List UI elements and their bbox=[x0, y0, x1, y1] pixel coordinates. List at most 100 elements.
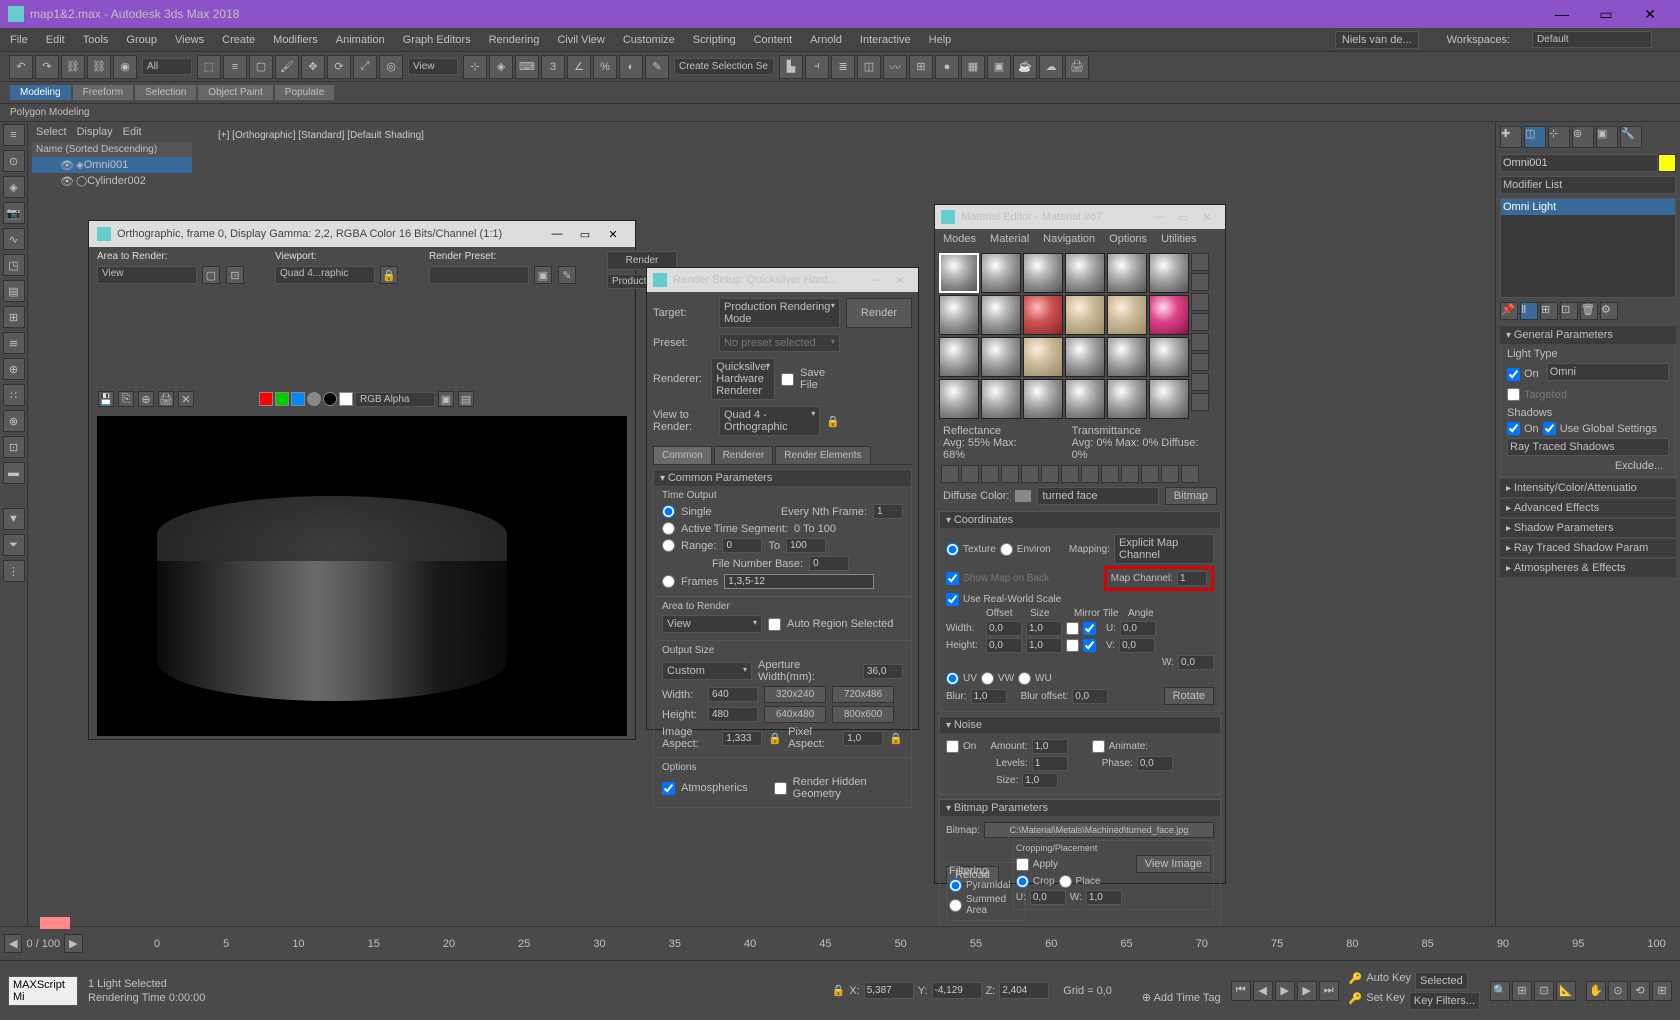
rf-area-select[interactable]: View bbox=[97, 266, 197, 284]
tl-slider[interactable] bbox=[40, 917, 70, 929]
lt-funnel[interactable]: ⏷ bbox=[3, 534, 25, 556]
me-rotate-button[interactable]: Rotate bbox=[1164, 687, 1214, 705]
me-tool[interactable] bbox=[1141, 465, 1159, 483]
vp-fov[interactable]: 📐 bbox=[1556, 981, 1576, 1001]
me-side-8[interactable] bbox=[1191, 393, 1209, 411]
me-h-mirror[interactable] bbox=[1066, 639, 1079, 652]
unlink-button[interactable]: ⛓ bbox=[87, 55, 111, 79]
lock-icon[interactable]: 🔒 bbox=[832, 984, 846, 997]
setkey-label[interactable]: Set Key bbox=[1366, 992, 1405, 1010]
scale-button[interactable]: ⤢ bbox=[353, 55, 377, 79]
me-side-3[interactable] bbox=[1191, 293, 1209, 311]
workspace-select[interactable]: Default bbox=[1532, 31, 1652, 48]
me-menu-utilities[interactable]: Utilities bbox=[1161, 233, 1196, 245]
refcoord-select[interactable]: View bbox=[408, 58, 458, 75]
menu-views[interactable]: Views bbox=[175, 34, 204, 46]
mat-swatch[interactable] bbox=[981, 337, 1021, 377]
rs-tab-elements[interactable]: Render Elements bbox=[775, 446, 870, 464]
me-crop-u[interactable] bbox=[1030, 890, 1066, 905]
tl-next[interactable]: ▶ bbox=[64, 934, 82, 953]
addtimetag[interactable]: ⊕ Add Time Tag bbox=[1142, 991, 1221, 1004]
cp-sh-select[interactable]: Ray Traced Shadows bbox=[1507, 438, 1669, 456]
ribbon-tab-selection[interactable]: Selection bbox=[135, 85, 196, 100]
manip-button[interactable]: ◈ bbox=[489, 55, 513, 79]
rf-area-btn2[interactable]: ⊡ bbox=[226, 266, 244, 284]
cp-name-input[interactable] bbox=[1500, 154, 1658, 172]
mat-swatch[interactable] bbox=[1065, 379, 1105, 419]
rf-del[interactable]: ✕ bbox=[178, 391, 194, 407]
me-sum-radio[interactable] bbox=[949, 899, 962, 912]
cp-adveffects-header[interactable]: ▸ Advanced Effects bbox=[1500, 499, 1676, 517]
cp-sh-on[interactable] bbox=[1507, 422, 1520, 435]
mat-swatch[interactable] bbox=[1149, 253, 1189, 293]
rs-min[interactable]: — bbox=[864, 274, 888, 286]
me-min[interactable]: — bbox=[1147, 211, 1171, 223]
me-tool[interactable] bbox=[1021, 465, 1039, 483]
me-mapch-input[interactable] bbox=[1177, 571, 1207, 586]
cp-raytraced-header[interactable]: ▸ Ray Traced Shadow Param bbox=[1500, 539, 1676, 557]
lt-10[interactable]: ⊕ bbox=[3, 358, 25, 380]
play-play[interactable]: ▶ bbox=[1275, 981, 1295, 1001]
lt-7[interactable]: ▤ bbox=[3, 280, 25, 302]
keyfilter-select[interactable]: Selected bbox=[1415, 972, 1468, 990]
lt-14[interactable]: ▬ bbox=[3, 462, 25, 484]
percentsnap-button[interactable]: % bbox=[593, 55, 617, 79]
cp-intensity-header[interactable]: ▸ Intensity/Color/Attenuatio bbox=[1500, 479, 1676, 497]
rf-alpha-ch[interactable] bbox=[307, 392, 321, 406]
mat-swatch[interactable] bbox=[1065, 253, 1105, 293]
mat-swatch[interactable] bbox=[939, 253, 979, 293]
lt-5[interactable]: ∿ bbox=[3, 228, 25, 250]
me-tool[interactable] bbox=[1001, 465, 1019, 483]
rf-toggle1[interactable]: ▣ bbox=[438, 391, 454, 407]
rs-tab-common[interactable]: Common bbox=[653, 446, 712, 464]
lt-12[interactable]: ⊗ bbox=[3, 410, 25, 432]
mat-swatch[interactable] bbox=[1107, 379, 1147, 419]
me-bitmap-header[interactable]: ▾ Bitmap Parameters bbox=[940, 800, 1220, 816]
rs-lock-icon[interactable]: 🔒 bbox=[768, 732, 782, 745]
rf-close[interactable]: ✕ bbox=[599, 228, 627, 241]
me-side-1[interactable] bbox=[1191, 253, 1209, 271]
me-pyr-radio[interactable] bbox=[949, 879, 962, 892]
me-diffuse-select[interactable]: turned face bbox=[1037, 487, 1158, 505]
cp-create-tab[interactable]: ✚ bbox=[1500, 126, 1522, 148]
me-w-mirror[interactable] bbox=[1066, 622, 1079, 635]
rf-area-btn1[interactable]: ▢ bbox=[202, 266, 220, 284]
me-close[interactable]: ✕ bbox=[1195, 211, 1219, 224]
rs-lock-icon[interactable]: 🔒 bbox=[889, 732, 903, 745]
mat-swatch[interactable] bbox=[1149, 337, 1189, 377]
lt-filter[interactable]: ▼ bbox=[3, 508, 25, 530]
me-viewimg-button[interactable]: View Image bbox=[1136, 855, 1211, 873]
timeline[interactable]: ◀ 0 / 100 ▶ 0510152025303540455055606570… bbox=[0, 926, 1680, 960]
mat-swatch[interactable] bbox=[1149, 379, 1189, 419]
menu-edit[interactable]: Edit bbox=[46, 34, 65, 46]
mat-swatch[interactable] bbox=[939, 295, 979, 335]
me-tool[interactable] bbox=[1101, 465, 1119, 483]
select-rect-button[interactable]: ▢ bbox=[249, 55, 273, 79]
rf-preset-btn1[interactable]: ▣ bbox=[534, 266, 552, 284]
cp-bar-1[interactable]: 📌 bbox=[1500, 302, 1518, 320]
mat-swatch[interactable] bbox=[1023, 253, 1063, 293]
rs-size-800[interactable]: 800x600 bbox=[832, 706, 894, 723]
cp-display-tab[interactable]: ▣ bbox=[1596, 126, 1618, 148]
keymode[interactable]: 🔑 bbox=[1349, 972, 1363, 990]
me-tool[interactable] bbox=[1161, 465, 1179, 483]
menu-modifiers[interactable]: Modifiers bbox=[273, 34, 318, 46]
me-w-off[interactable] bbox=[986, 621, 1022, 636]
redo-button[interactable]: ↷ bbox=[35, 55, 59, 79]
spinnersnap-button[interactable]: ◐ bbox=[619, 55, 643, 79]
me-tool[interactable] bbox=[1041, 465, 1059, 483]
me-tool[interactable] bbox=[981, 465, 999, 483]
schematic-button[interactable]: ⊞ bbox=[909, 55, 933, 79]
render-prod-button[interactable]: ☕ bbox=[1013, 55, 1037, 79]
select-name-button[interactable]: ≡ bbox=[223, 55, 247, 79]
rf-bg-sw[interactable] bbox=[339, 392, 353, 406]
rf-vp-select[interactable]: Quad 4...raphic bbox=[275, 266, 375, 284]
rf-save[interactable]: 💾 bbox=[98, 391, 114, 407]
me-texture-radio[interactable] bbox=[946, 543, 959, 556]
menu-civilview[interactable]: Civil View bbox=[557, 34, 604, 46]
me-apply-check[interactable] bbox=[1016, 858, 1029, 871]
status-z[interactable] bbox=[999, 982, 1049, 999]
eye-icon[interactable]: 👁 bbox=[60, 175, 72, 187]
lt-more[interactable]: ⋮ bbox=[3, 560, 25, 582]
move-button[interactable]: ✥ bbox=[301, 55, 325, 79]
